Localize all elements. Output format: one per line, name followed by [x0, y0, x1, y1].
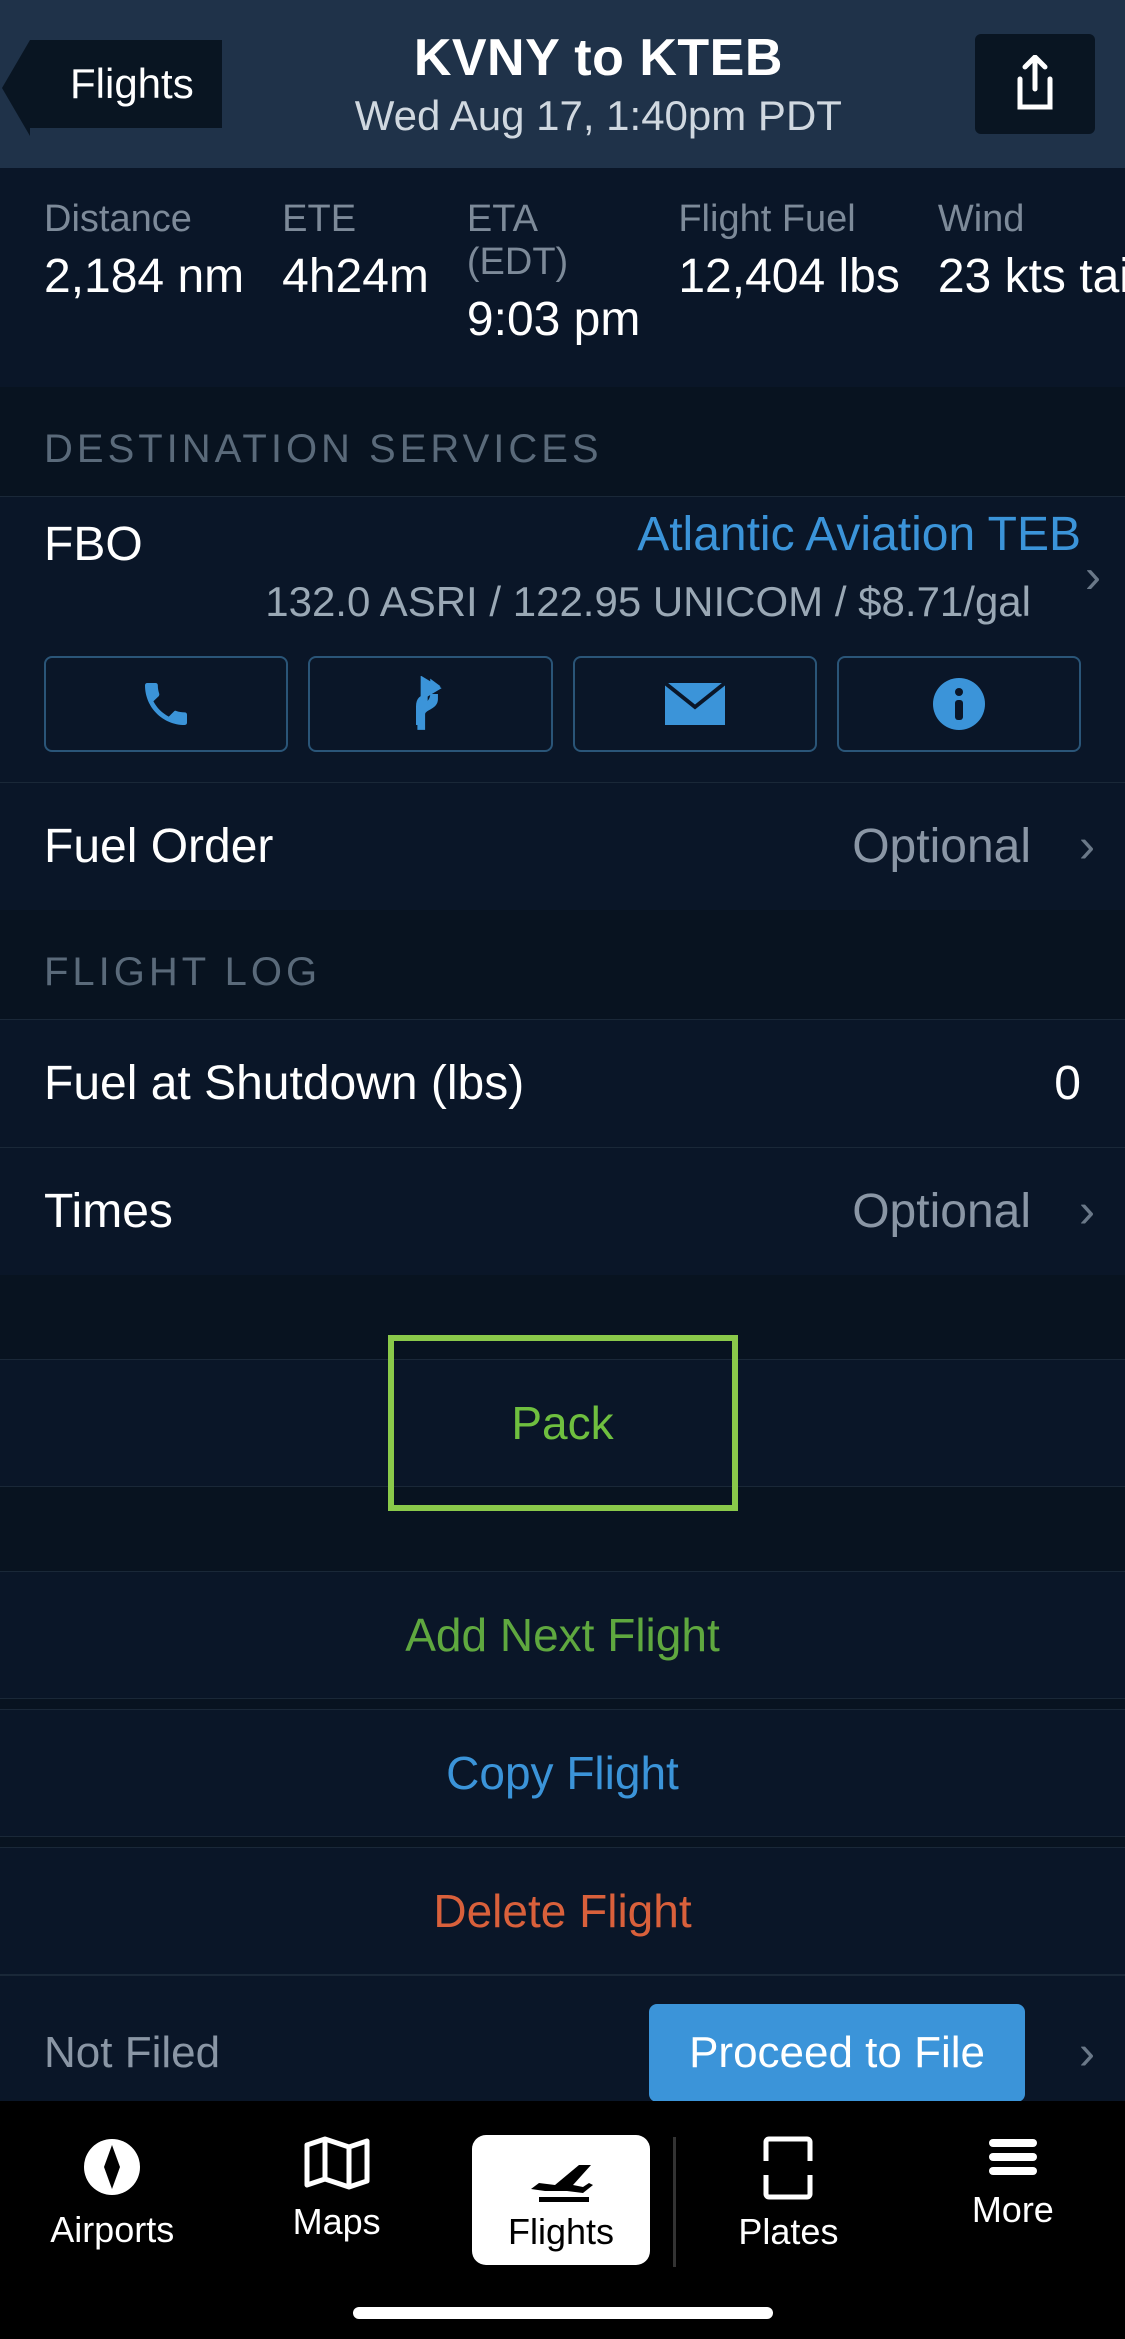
- tab-plates[interactable]: Plates: [676, 2117, 900, 2339]
- stat-value: 23 kts tail: [938, 249, 1125, 304]
- copy-flight-button[interactable]: Copy Flight: [0, 1709, 1125, 1837]
- directions-button[interactable]: [308, 656, 552, 752]
- delete-flight-button[interactable]: Delete Flight: [0, 1847, 1125, 1975]
- spacer: [0, 1699, 1125, 1709]
- stat-label: ETE: [282, 198, 429, 241]
- email-button[interactable]: [573, 656, 817, 752]
- action-label: Add Next Flight: [405, 1608, 719, 1662]
- stat-ete: ETE 4h24m: [282, 198, 429, 347]
- stat-value: 9:03 pm: [467, 292, 640, 347]
- stat-distance: Distance 2,184 nm: [44, 198, 244, 347]
- row-value: 0: [1054, 1056, 1081, 1111]
- action-label: Copy Flight: [446, 1746, 679, 1800]
- stat-label: Flight Fuel: [678, 198, 900, 241]
- fbo-label: FBO: [44, 517, 143, 572]
- stat-label: Distance: [44, 198, 244, 241]
- fuel-order-row[interactable]: Fuel Order Optional ›: [0, 782, 1125, 910]
- plane-icon: [525, 2153, 597, 2203]
- tab-label: Airports: [50, 2209, 174, 2251]
- tab-flights[interactable]: Flights: [449, 2117, 673, 2339]
- header-title-block: KVNY to KTEB Wed Aug 17, 1:40pm PDT: [222, 28, 975, 140]
- share-icon: [1010, 55, 1060, 113]
- stat-eta: ETA (EDT) 9:03 pm: [467, 198, 640, 347]
- stat-label: ETA (EDT): [467, 198, 640, 284]
- stat-value: 2,184 nm: [44, 249, 244, 304]
- times-row[interactable]: Times Optional ›: [0, 1147, 1125, 1275]
- row-value: Optional: [852, 1184, 1031, 1239]
- pack-label: Pack: [511, 1396, 613, 1450]
- fuel-shutdown-row[interactable]: Fuel at Shutdown (lbs) 0: [0, 1019, 1125, 1147]
- chevron-right-icon: ›: [1085, 549, 1101, 604]
- stat-value: 12,404 lbs: [678, 249, 900, 304]
- proceed-to-file-button[interactable]: Proceed to File: [649, 2004, 1025, 2102]
- info-icon: [933, 678, 985, 730]
- stat-value: 4h24m: [282, 249, 429, 304]
- map-icon: [303, 2135, 371, 2191]
- fbo-details: 132.0 ASRI / 122.95 UNICOM / $8.71/gal: [44, 578, 1031, 626]
- directions-icon: [402, 676, 458, 732]
- spacer: [0, 1487, 1125, 1571]
- compass-icon: [80, 2135, 144, 2199]
- tab-maps[interactable]: Maps: [224, 2117, 448, 2339]
- info-button[interactable]: [837, 656, 1081, 752]
- chevron-right-icon: ›: [1079, 1184, 1095, 1239]
- fbo-action-buttons: [0, 656, 1125, 782]
- pack-button[interactable]: Pack: [0, 1359, 1125, 1487]
- tab-bar: Airports Maps Flights Plates More: [0, 2101, 1125, 2339]
- home-indicator[interactable]: [353, 2307, 773, 2319]
- tab-airports[interactable]: Airports: [0, 2117, 224, 2339]
- fbo-name: Atlantic Aviation TEB: [637, 507, 1081, 553]
- flight-stats: Distance 2,184 nm ETE 4h24m ETA (EDT) 9:…: [0, 168, 1125, 387]
- menu-icon: [985, 2135, 1041, 2179]
- spacer: [0, 1275, 1125, 1359]
- add-next-flight-button[interactable]: Add Next Flight: [0, 1571, 1125, 1699]
- row-label: Fuel at Shutdown (lbs): [44, 1056, 524, 1111]
- fbo-row[interactable]: FBO Atlantic Aviation TEB 132.0 ASRI / 1…: [0, 496, 1125, 656]
- spacer: [0, 1837, 1125, 1847]
- mail-icon: [663, 681, 727, 727]
- tab-more[interactable]: More: [901, 2117, 1125, 2339]
- share-button[interactable]: [975, 34, 1095, 134]
- phone-icon: [138, 676, 194, 732]
- tab-label: Maps: [293, 2201, 381, 2243]
- stat-fuel: Flight Fuel 12,404 lbs: [678, 198, 900, 347]
- back-button[interactable]: Flights: [30, 40, 222, 128]
- call-button[interactable]: [44, 656, 288, 752]
- row-value: Optional: [852, 819, 1031, 874]
- header-bar: Flights KVNY to KTEB Wed Aug 17, 1:40pm …: [0, 0, 1125, 168]
- file-status: Not Filed: [44, 2028, 220, 2078]
- stat-label: Wind: [938, 198, 1125, 241]
- tab-label: More: [972, 2189, 1054, 2231]
- plates-icon: [760, 2135, 816, 2201]
- chevron-right-icon: ›: [1079, 2026, 1095, 2081]
- tab-label: Plates: [738, 2211, 838, 2253]
- section-flight-log: FLIGHT LOG: [0, 910, 1125, 1019]
- chevron-right-icon: ›: [1079, 819, 1095, 874]
- route-title: KVNY to KTEB: [222, 28, 975, 88]
- route-subtitle: Wed Aug 17, 1:40pm PDT: [222, 92, 975, 140]
- tab-label: Flights: [508, 2211, 614, 2253]
- action-label: Delete Flight: [433, 1884, 691, 1938]
- row-label: Fuel Order: [44, 819, 273, 874]
- stat-wind: Wind 23 kts tail: [938, 198, 1125, 347]
- section-destination-services: DESTINATION SERVICES: [0, 387, 1125, 496]
- row-label: Times: [44, 1184, 173, 1239]
